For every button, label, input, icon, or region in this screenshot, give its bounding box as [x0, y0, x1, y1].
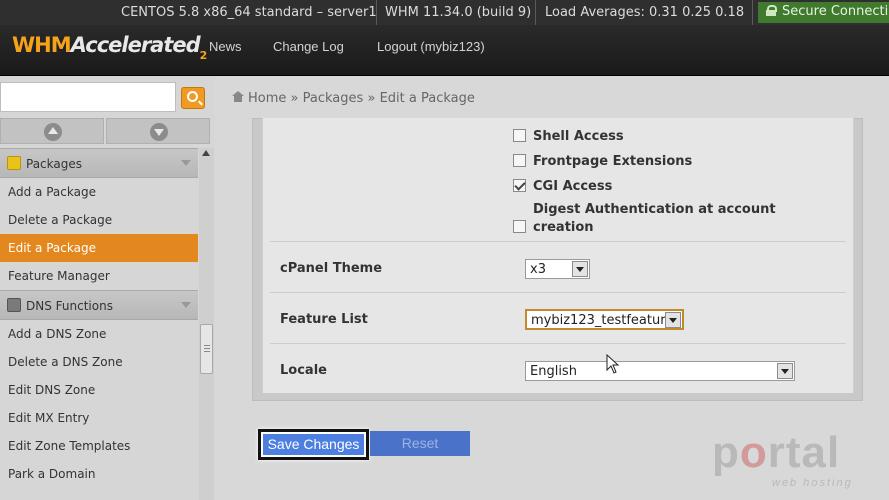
logo-version-number: 2	[199, 49, 208, 62]
os-info: CENTOS 5.8 x86_64 standard – server1	[121, 5, 377, 20]
save-changes-button[interactable]: Save Changes	[258, 429, 369, 460]
scrollbar-thumb[interactable]	[200, 324, 213, 374]
scroll-up-button[interactable]	[0, 118, 104, 144]
nav-news-link[interactable]: News	[209, 39, 242, 54]
digest-auth-checkbox[interactable]	[513, 220, 526, 233]
sidebar-item-feature-manager[interactable]: Feature Manager	[0, 262, 198, 290]
sidebar-item-delete-package[interactable]: Delete a Package	[0, 206, 198, 234]
mouse-cursor-icon	[606, 354, 620, 374]
top-navigation: WHMAccelerated2 News Change Log Logout (…	[0, 25, 889, 76]
home-icon[interactable]	[232, 91, 244, 102]
form-divider	[270, 343, 846, 344]
sidebar-item-edit-dns-zone[interactable]: Edit DNS Zone	[0, 376, 198, 404]
chevron-down-icon[interactable]	[180, 300, 192, 312]
locale-label: Locale	[280, 363, 327, 378]
logo-whm-text: WHM	[12, 33, 72, 57]
reset-button[interactable]: Reset	[370, 431, 470, 456]
breadcrumb-packages[interactable]: Packages	[303, 91, 364, 106]
cpanel-theme-value: x3	[530, 262, 546, 277]
packages-icon	[7, 156, 21, 170]
dropdown-arrow-icon[interactable]	[777, 363, 793, 379]
feature-list-label: Feature List	[280, 312, 368, 327]
scroll-up-arrow-icon[interactable]	[202, 150, 210, 156]
cpanel-theme-select[interactable]: x3	[525, 259, 590, 279]
secure-connection-badge: Secure Connection	[758, 2, 889, 23]
watermark-text: rtal	[767, 428, 841, 477]
sidebar-scroll-controls	[0, 118, 210, 144]
nav-changelog-link[interactable]: Change Log	[273, 39, 344, 54]
arrow-up-icon	[44, 123, 62, 141]
sidebar-category-dns-functions[interactable]: DNS Functions	[0, 290, 198, 320]
dns-icon	[7, 298, 21, 312]
sidebar-item-park-domain[interactable]: Park a Domain	[0, 460, 198, 488]
breadcrumb: Home » Packages » Edit a Package	[232, 91, 475, 106]
status-divider	[752, 0, 753, 25]
breadcrumb-separator: »	[290, 91, 299, 106]
sidebar-menu: Packages Add a Package Delete a Package …	[0, 148, 198, 488]
feature-list-select[interactable]: mybiz123_testfeatures	[525, 309, 684, 330]
sidebar-item-delete-dns-zone[interactable]: Delete a DNS Zone	[0, 348, 198, 376]
whm-version: WHM 11.34.0 (build 9)	[385, 5, 532, 20]
sidebar-item-edit-zone-templates[interactable]: Edit Zone Templates	[0, 432, 198, 460]
logo-accelerated-text: Accelerated	[70, 33, 201, 57]
breadcrumb-separator: »	[367, 91, 376, 106]
cpanel-theme-label: cPanel Theme	[280, 261, 383, 276]
search-button[interactable]	[181, 87, 205, 109]
dropdown-arrow-icon[interactable]	[665, 312, 681, 328]
chevron-down-icon[interactable]	[180, 158, 192, 170]
grip-line	[204, 345, 210, 346]
cgi-access-label: CGI Access	[533, 179, 613, 194]
server-status-bar: CENTOS 5.8 x86_64 standard – server1 WHM…	[0, 0, 889, 25]
sidebar-item-add-package[interactable]: Add a Package	[0, 178, 198, 206]
sidebar-category-packages[interactable]: Packages	[0, 148, 198, 178]
digest-auth-label: Digest Authentication at account	[533, 202, 776, 217]
scroll-down-button[interactable]	[106, 118, 210, 144]
nav-logout-link[interactable]: Logout (mybiz123)	[377, 39, 485, 54]
shell-access-label: Shell Access	[533, 129, 624, 144]
frontpage-extensions-label: Frontpage Extensions	[533, 154, 693, 169]
frontpage-extensions-checkbox[interactable]	[513, 154, 526, 167]
breadcrumb-current: Edit a Package	[379, 91, 475, 106]
locale-value: English	[530, 364, 577, 379]
sidebar-scrollbar[interactable]	[199, 148, 214, 500]
grip-line	[204, 348, 210, 349]
whm-logo[interactable]: WHMAccelerated2	[12, 33, 207, 62]
sidebar-search	[0, 82, 207, 112]
watermark-text: p	[712, 428, 740, 477]
digest-auth-label-cont: creation	[533, 220, 594, 235]
grip-line	[204, 351, 210, 352]
breadcrumb-home[interactable]: Home	[248, 91, 286, 106]
watermark-text: o	[739, 428, 768, 477]
sidebar-search-input[interactable]	[0, 82, 176, 112]
category-label: Packages	[26, 157, 82, 171]
arrow-down-icon	[150, 123, 168, 141]
dropdown-arrow-icon[interactable]	[572, 261, 588, 277]
status-divider	[376, 0, 377, 25]
sidebar-item-edit-mx-entry[interactable]: Edit MX Entry	[0, 404, 198, 432]
locale-select[interactable]: English	[525, 361, 795, 381]
sidebar-item-add-dns-zone[interactable]: Add a DNS Zone	[0, 320, 198, 348]
portal-watermark-logo: portal	[712, 428, 840, 478]
cgi-access-checkbox[interactable]	[513, 179, 526, 192]
feature-list-value: mybiz123_testfeatures	[531, 313, 681, 328]
category-label: DNS Functions	[26, 299, 113, 313]
shell-access-checkbox[interactable]	[513, 129, 526, 142]
status-divider	[535, 0, 536, 25]
sidebar: Packages Add a Package Delete a Package …	[0, 76, 214, 500]
secure-connection-label: Secure Connection	[782, 4, 889, 19]
watermark-tagline: web hosting	[772, 477, 853, 489]
lock-icon	[766, 5, 777, 16]
form-divider	[270, 241, 846, 242]
form-divider	[270, 292, 846, 293]
load-averages: Load Averages: 0.31 0.25 0.18	[545, 5, 745, 20]
sidebar-item-edit-package[interactable]: Edit a Package	[0, 234, 198, 262]
search-icon	[187, 91, 198, 102]
